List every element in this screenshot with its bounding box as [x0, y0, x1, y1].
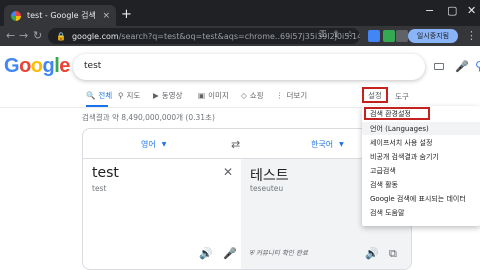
share-icon[interactable]: ⇪: [332, 30, 340, 40]
community-verified-label: ⛨ 커뮤니티 확인 완료: [249, 249, 308, 257]
extension-icon[interactable]: [368, 30, 380, 42]
translated-text: 테스트: [250, 168, 289, 184]
browser-tab-bar: test - Google 검색 × + − ▢ ✕: [0, 0, 480, 26]
menu-item-languages[interactable]: 언어 (Languages): [362, 122, 480, 135]
tab-shopping[interactable]: ◇ 쇼핑: [241, 90, 264, 101]
forward-icon[interactable]: →: [19, 29, 28, 43]
address-bar[interactable]: 🔒 google.com/search?q=test&oq=test&aqs=c…: [48, 28, 360, 44]
lock-icon: 🔒: [56, 31, 66, 41]
speaker-icon[interactable]: 🔊: [365, 247, 379, 260]
image-icon: ▣: [198, 91, 206, 100]
bookmark-star-icon[interactable]: ☆: [346, 30, 354, 40]
profile-sync-button[interactable]: 일시중지됨: [408, 29, 458, 43]
settings-menu: 검색 환경설정 언어 (Languages) 세이프서치 사용 설정 비공개 검…: [362, 106, 480, 226]
key-icon[interactable]: ⚿: [320, 30, 327, 40]
search-icon[interactable]: ⚲: [475, 59, 480, 73]
source-pane: test test ✕ 🔊 🎤: [83, 159, 241, 269]
logo-letter: g: [42, 55, 55, 77]
verified-shield-icon: ⛨: [249, 249, 254, 257]
extension-icon[interactable]: [396, 30, 408, 42]
logo-letter: o: [30, 55, 43, 77]
copy-icon[interactable]: ⧉: [389, 247, 397, 261]
menu-item-search-activity[interactable]: 검색 활동: [362, 178, 480, 191]
clear-icon[interactable]: ✕: [223, 165, 233, 179]
result-stats: 검색결과 약 8,490,000,000개 (0.31초): [82, 113, 215, 122]
logo-letter: e: [59, 55, 70, 77]
maximize-icon[interactable]: ▢: [447, 4, 457, 17]
tools-tab[interactable]: 도구: [395, 91, 409, 102]
logo-letter: o: [19, 55, 31, 77]
menu-item-advanced-search[interactable]: 고급검색: [362, 164, 480, 177]
minimize-icon[interactable]: −: [425, 4, 434, 17]
voice-search-icon[interactable]: 🎤: [455, 60, 469, 73]
extension-icon[interactable]: [383, 30, 395, 42]
search-box[interactable]: test 🎤 ⚲: [73, 54, 480, 80]
browser-toolbar: ← → ↻ 🔒 google.com/search?q=test&oq=test…: [0, 26, 480, 46]
keyboard-icon[interactable]: [434, 63, 444, 70]
tag-icon: ◇: [241, 91, 247, 100]
search-input[interactable]: test: [84, 61, 101, 71]
google-favicon-icon: [11, 10, 21, 21]
map-pin-icon: ⚲: [118, 91, 124, 100]
video-icon: ▶: [153, 91, 159, 100]
logo-letter: G: [4, 55, 20, 77]
tab-maps[interactable]: ⚲ 지도: [118, 90, 140, 101]
menu-item-hide-private-results[interactable]: 비공개 검색결과 숨기기: [362, 150, 480, 163]
source-language-select[interactable]: 영어 ▼: [141, 139, 166, 150]
menu-item-search-help[interactable]: 검색 도움말: [362, 206, 480, 219]
back-icon[interactable]: ←: [6, 29, 15, 43]
swap-languages-icon[interactable]: ⇄: [231, 138, 240, 151]
menu-item-safesearch[interactable]: 세이프서치 사용 설정: [362, 136, 480, 149]
google-logo[interactable]: Google: [4, 55, 70, 78]
reload-icon[interactable]: ↻: [33, 29, 42, 43]
source-pronunciation: test: [92, 184, 107, 193]
tab-images[interactable]: ▣ 이미지: [198, 90, 229, 101]
menu-item-search-settings[interactable]: 검색 환경설정: [364, 107, 430, 120]
close-window-icon[interactable]: ✕: [467, 4, 476, 17]
search-icon: 🔍: [86, 91, 96, 100]
caret-down-icon: ▼: [339, 141, 344, 148]
source-text-input[interactable]: test: [92, 165, 119, 181]
tab-videos[interactable]: ▶ 동영상: [153, 90, 182, 101]
speaker-icon[interactable]: 🔊: [199, 247, 213, 260]
tab-title: test - Google 검색: [27, 11, 96, 20]
close-tab-icon[interactable]: ×: [102, 11, 110, 21]
more-vertical-icon: ⋮: [276, 91, 284, 100]
mic-icon[interactable]: 🎤: [223, 247, 237, 260]
browser-menu-icon[interactable]: ⋮: [466, 29, 477, 42]
new-tab-button[interactable]: +: [121, 8, 132, 21]
target-language-select[interactable]: 한국어 ▼: [311, 139, 344, 150]
url-text: google.com/search?q=test&oq=test&aqs=chr…: [71, 31, 360, 41]
browser-tab[interactable]: test - Google 검색 ×: [4, 5, 116, 26]
target-pronunciation: teseuteu: [250, 184, 284, 193]
settings-tab[interactable]: 설정: [362, 87, 388, 103]
menu-item-your-data[interactable]: Google 검색에 표시되는 데이터: [362, 192, 480, 205]
tab-more[interactable]: ⋮ 더보기: [276, 90, 307, 101]
tab-all[interactable]: 🔍 전체: [86, 90, 112, 101]
caret-down-icon: ▼: [161, 141, 167, 148]
